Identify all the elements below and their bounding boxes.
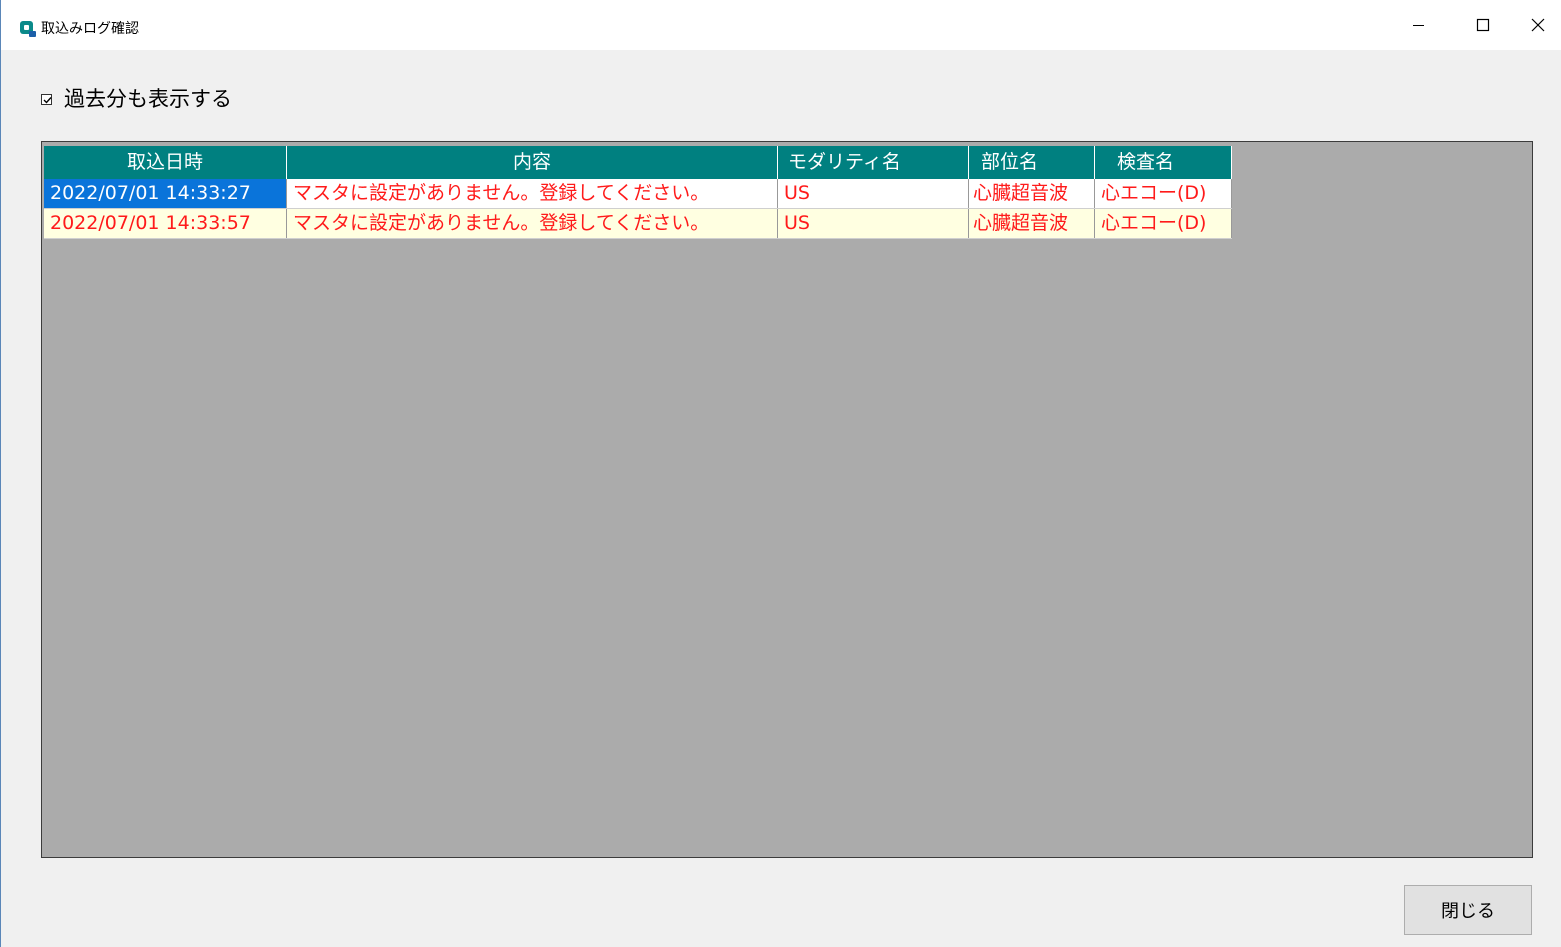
minimize-icon bbox=[1413, 19, 1425, 31]
app-logo-icon bbox=[19, 20, 37, 38]
window-title: 取込みログ確認 bbox=[41, 21, 139, 37]
log-table: 取込日時 内容 モダリティ名 部位名 検査名 2022/07/01 14:33:… bbox=[44, 146, 1232, 239]
cell-datetime[interactable]: 2022/07/01 14:33:57 bbox=[44, 208, 287, 239]
close-icon bbox=[1531, 18, 1545, 32]
column-header-content[interactable]: 内容 bbox=[286, 146, 778, 179]
close-button[interactable]: 閉じる bbox=[1404, 885, 1532, 935]
show-past-option[interactable]: 過去分も表示する bbox=[41, 86, 232, 112]
cell-body-part[interactable]: 心臓超音波 bbox=[968, 179, 1095, 209]
column-header-exam[interactable]: 検査名 bbox=[1094, 146, 1232, 179]
cell-content[interactable]: マスタに設定がありません。登録してください。 bbox=[286, 179, 778, 209]
title-bar[interactable]: 取込みログ確認 bbox=[1, 0, 1561, 50]
cell-content[interactable]: マスタに設定がありません。登録してください。 bbox=[286, 208, 778, 239]
column-header-datetime[interactable]: 取込日時 bbox=[44, 146, 287, 179]
maximize-button[interactable] bbox=[1453, 0, 1513, 50]
close-window-button[interactable] bbox=[1515, 0, 1561, 50]
show-past-checkbox[interactable] bbox=[41, 93, 52, 105]
maximize-icon bbox=[1476, 18, 1490, 32]
cell-datetime[interactable]: 2022/07/01 14:33:27 bbox=[44, 179, 287, 209]
cell-modality[interactable]: US bbox=[777, 208, 969, 239]
checkmark-icon bbox=[43, 96, 52, 104]
cell-modality[interactable]: US bbox=[777, 179, 969, 209]
cell-body-part[interactable]: 心臓超音波 bbox=[968, 208, 1095, 239]
log-grid[interactable]: 取込日時 内容 モダリティ名 部位名 検査名 2022/07/01 14:33:… bbox=[41, 141, 1533, 858]
minimize-button[interactable] bbox=[1389, 0, 1449, 50]
table-header-row: 取込日時 内容 モダリティ名 部位名 検査名 bbox=[44, 146, 1232, 179]
table-row[interactable]: 2022/07/01 14:33:57 マスタに設定がありません。登録してくださ… bbox=[44, 208, 1232, 239]
cell-exam[interactable]: 心エコー(D) bbox=[1094, 208, 1232, 239]
table-row[interactable]: 2022/07/01 14:33:27 マスタに設定がありません。登録してくださ… bbox=[44, 179, 1232, 209]
cell-exam[interactable]: 心エコー(D) bbox=[1094, 179, 1232, 209]
column-header-body-part[interactable]: 部位名 bbox=[968, 146, 1095, 179]
column-header-modality[interactable]: モダリティ名 bbox=[777, 146, 969, 179]
show-past-label[interactable]: 過去分も表示する bbox=[64, 86, 232, 112]
log-window: 取込みログ確認 過去分も表示する 取込日時 内容 モダリティ名 部位名 検査名 … bbox=[0, 0, 1561, 947]
